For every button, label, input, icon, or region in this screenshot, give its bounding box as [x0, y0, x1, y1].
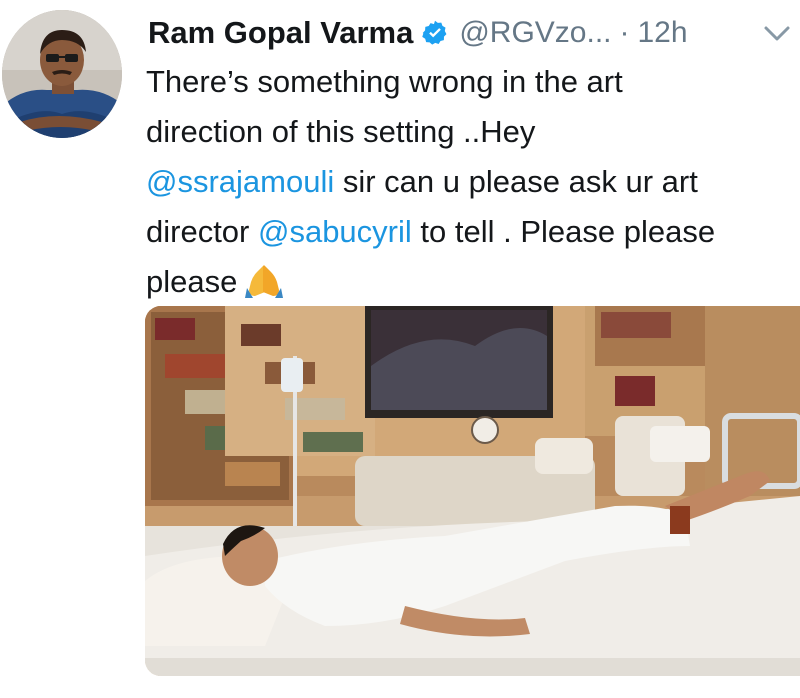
tweet-text-line: direction of this setting ..Hey — [146, 107, 800, 157]
photo-hospital-room — [145, 306, 800, 676]
tweet[interactable]: Ram Gopal Varma @RGVzo... · 12h There’s … — [0, 0, 800, 698]
tweet-text-line: There’s something wrong in the art — [146, 57, 800, 107]
display-name[interactable]: Ram Gopal Varma — [148, 15, 413, 51]
avatar-image — [2, 10, 122, 138]
tweet-header: Ram Gopal Varma @RGVzo... · 12h — [148, 12, 688, 54]
text-segment: to tell . Please please — [411, 214, 716, 249]
text-segment: direction of this setting ..Hey — [146, 114, 536, 149]
tweet-text-line: please — [146, 257, 800, 307]
tweet-text-line: director @sabucyril to tell . Please ple… — [146, 207, 800, 257]
separator-dot: · — [619, 16, 630, 49]
mention-link-ssrajamouli[interactable]: @ssrajamouli — [146, 164, 334, 199]
mention-link-sabucyril[interactable]: @sabucyril — [258, 214, 412, 249]
text-segment: sir can u please ask ur art — [334, 164, 698, 199]
tweet-text: There’s something wrong in the art direc… — [146, 57, 800, 307]
folded-hands-emoji — [243, 262, 285, 298]
verified-badge-icon — [421, 19, 449, 47]
timestamp[interactable]: 12h — [638, 16, 688, 50]
text-segment: please — [146, 264, 238, 299]
chevron-down-icon[interactable] — [760, 20, 794, 48]
avatar[interactable] — [2, 10, 122, 138]
tweet-media-photo[interactable] — [145, 306, 800, 676]
text-segment: There’s something wrong in the art — [146, 64, 623, 99]
text-segment: director — [146, 214, 258, 249]
tweet-text-line: @ssrajamouli sir can u please ask ur art — [146, 157, 800, 207]
handle[interactable]: @RGVzo... — [459, 16, 611, 50]
